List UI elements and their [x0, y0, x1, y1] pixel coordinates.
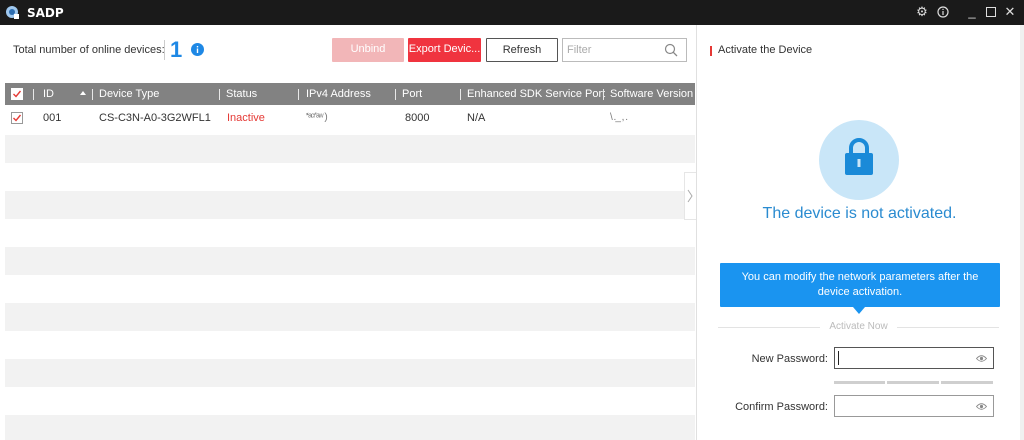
divider [718, 327, 820, 328]
confirm-password-field[interactable] [834, 395, 994, 417]
empty-row [5, 359, 695, 387]
password-strength-segment [941, 381, 993, 384]
confirm-password-label: Confirm Password: [735, 401, 828, 413]
cell-id: 001 [43, 112, 62, 124]
title-bar: SADP ⚙ _ ✕ [0, 0, 1024, 25]
divider [897, 327, 999, 328]
column-header-sdk-port[interactable]: Enhanced SDK Service Port [467, 83, 605, 105]
tooltip-line-2: device activation. [817, 286, 903, 298]
select-all-checkbox[interactable] [11, 88, 23, 100]
window-edge [1020, 25, 1024, 440]
cell-ipv4: 'ʻᵃᶜʳʼᵃʷ ) [306, 112, 328, 123]
row-checkbox[interactable] [11, 112, 23, 124]
activate-now-label: Activate Now [829, 321, 888, 332]
empty-row [5, 135, 695, 163]
column-header-port[interactable]: Port [402, 83, 422, 105]
column-header-device-type[interactable]: Device Type [99, 83, 159, 105]
column-header-status[interactable]: Status [226, 83, 257, 105]
activation-status-text: The device is not activated. [762, 205, 957, 222]
empty-row [5, 275, 695, 303]
panel-title: Activate the Device [718, 44, 813, 56]
empty-row [5, 331, 695, 359]
new-password-field[interactable] [834, 347, 994, 369]
cell-device-type: CS-C3N-A0-3G2WFL1 [99, 112, 211, 124]
password-strength-segment [834, 381, 885, 384]
app-title: SADP [27, 6, 64, 20]
app-logo [6, 6, 19, 19]
tooltip-arrow [853, 307, 865, 314]
online-devices-label: Total number of online devices: [13, 44, 165, 56]
close-icon[interactable]: ✕ [1001, 3, 1019, 21]
refresh-button[interactable]: Refresh [486, 38, 558, 62]
new-password-label: New Password: [751, 353, 828, 365]
section-marker [710, 46, 712, 56]
eye-icon[interactable] [976, 353, 987, 364]
minimize-icon[interactable]: _ [963, 3, 981, 21]
chevron-right-icon [687, 189, 693, 203]
confirm-password-input[interactable] [838, 398, 968, 414]
gear-icon[interactable]: ⚙ [913, 3, 931, 21]
panel-collapse-handle[interactable] [684, 172, 696, 220]
lock-badge [819, 120, 899, 200]
cell-sdk-port: N/A [467, 112, 486, 124]
filter-input[interactable] [567, 42, 657, 58]
lock-icon [845, 138, 873, 175]
sort-ascending-icon[interactable] [80, 91, 86, 95]
empty-row [5, 247, 695, 275]
cell-port: 8000 [405, 112, 430, 124]
empty-row [5, 387, 695, 415]
column-header-software-version[interactable]: Software Version [610, 83, 693, 105]
column-header-ipv4[interactable]: IPv4 Address [306, 83, 371, 105]
empty-row [5, 303, 695, 331]
password-strength-segment [887, 381, 939, 384]
info-tooltip: You can modify the network parameters af… [720, 263, 1000, 307]
device-list-pane: Total number of online devices: 1 Unbind… [0, 25, 695, 440]
cell-status: Inactive [227, 112, 265, 124]
empty-row [5, 191, 695, 219]
column-header-id[interactable]: ID [43, 83, 54, 105]
cell-software-version: \ ._ , . [610, 112, 628, 123]
empty-row [5, 415, 695, 440]
online-devices-count: 1 [170, 37, 183, 62]
eye-icon[interactable] [976, 401, 987, 412]
tooltip-line-1: You can modify the network parameters af… [741, 271, 979, 283]
info-icon[interactable] [191, 43, 204, 56]
new-password-input[interactable] [838, 350, 968, 366]
empty-row [5, 163, 695, 191]
unbind-button[interactable]: Unbind [332, 38, 404, 62]
filter-box[interactable] [562, 38, 687, 62]
info-icon[interactable] [934, 3, 952, 21]
table-row[interactable]: 001 CS-C3N-A0-3G2WFL1 Inactive 'ʻᵃᶜʳʼᵃʷ … [5, 107, 695, 135]
search-icon[interactable] [664, 43, 678, 57]
divider [164, 40, 165, 60]
empty-row [5, 219, 695, 247]
activation-panel: Activate the Device The device is not ac… [696, 25, 1024, 440]
maximize-icon[interactable] [982, 3, 1000, 21]
table-header: ID Device Type Status IPv4 Address Port … [5, 83, 695, 105]
export-devices-button[interactable]: Export Devic... [408, 38, 481, 62]
